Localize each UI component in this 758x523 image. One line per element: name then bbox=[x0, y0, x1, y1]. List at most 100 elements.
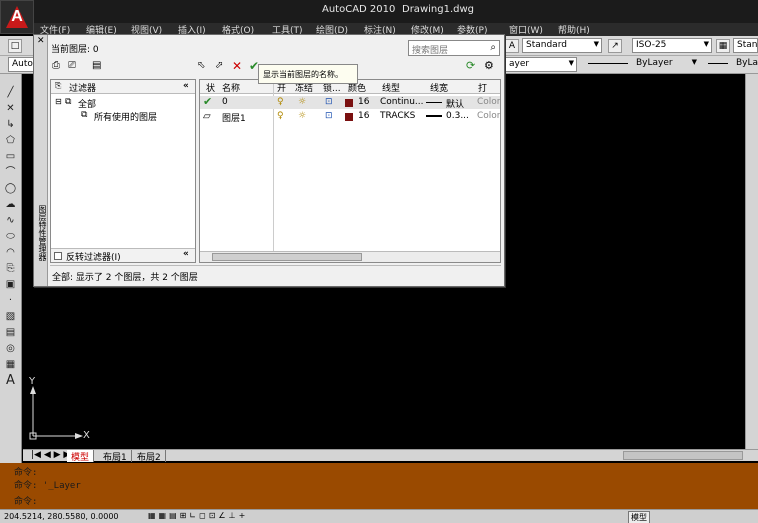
chevron-down-icon: ▼ bbox=[703, 40, 709, 48]
new-filter-icon[interactable]: ⎙ bbox=[52, 60, 60, 71]
ucs-y-label: Y bbox=[29, 376, 36, 387]
layer-color-swatch[interactable] bbox=[345, 113, 353, 121]
column-lineweight[interactable]: 线宽 bbox=[430, 81, 448, 94]
multiline-text-icon[interactable]: A bbox=[4, 374, 17, 387]
collapse-icon[interactable]: « bbox=[183, 249, 189, 259]
insert-block-icon[interactable]: ⎘ bbox=[4, 262, 17, 275]
rectangle-icon[interactable]: ▭ bbox=[4, 150, 17, 163]
tab-layout2[interactable]: 布局2 bbox=[133, 450, 166, 463]
make-block-icon[interactable]: ▣ bbox=[4, 278, 17, 291]
current-layer-check-icon: ✔ bbox=[203, 95, 213, 108]
layer-status-bar: 全部: 显示了 2 个图层，共 2 个图层 bbox=[50, 265, 501, 283]
chevron-down-icon: ▼ bbox=[691, 58, 697, 66]
palette-side-bar: ✕ 图层特性管理器 bbox=[34, 35, 48, 286]
gradient-icon[interactable]: ▤ bbox=[4, 326, 17, 339]
unlock-icon[interactable]: ⊡ bbox=[325, 97, 333, 107]
ellipse-icon[interactable]: ⬭ bbox=[4, 230, 17, 243]
line-icon[interactable]: ╱ bbox=[4, 86, 17, 99]
table-style-icon[interactable]: ▦ bbox=[716, 39, 730, 53]
menu-help[interactable]: 帮助(H) bbox=[558, 23, 590, 36]
revision-cloud-icon[interactable]: ☁ bbox=[4, 198, 17, 211]
palette-title: 图层特性管理器 bbox=[38, 205, 47, 261]
layout-tab-bar: |◀ ◀ ▶ ▶| 模型 布局1 布局2 bbox=[23, 449, 758, 463]
column-status[interactable]: 状 bbox=[206, 81, 215, 94]
delete-layer-icon[interactable]: ✕ bbox=[232, 59, 242, 73]
tree-collapse-icon: ⊟ bbox=[55, 97, 62, 106]
text-style-icon[interactable]: A bbox=[505, 39, 519, 53]
layer-list-hscroll[interactable] bbox=[200, 251, 500, 262]
vertical-scrollbar[interactable] bbox=[745, 74, 758, 449]
text-style-select[interactable]: Standard ▼ bbox=[522, 38, 602, 53]
dim-style-icon[interactable]: ↗ bbox=[608, 39, 622, 53]
chevron-down-icon: ▼ bbox=[593, 40, 599, 48]
refresh-icon[interactable]: ⟳ bbox=[466, 59, 475, 72]
lineweight-preview bbox=[708, 63, 728, 64]
scroll-thumb[interactable] bbox=[212, 253, 362, 261]
command-history-line: 命令: bbox=[14, 468, 38, 478]
invert-filter-checkbox[interactable] bbox=[54, 252, 62, 260]
document-title: Drawing1.dwg bbox=[402, 4, 474, 15]
arc-icon[interactable]: ⌒ bbox=[4, 166, 17, 179]
hatch-icon[interactable]: ▧ bbox=[4, 310, 17, 323]
status-bar: 204.5214, 280.5580, 0.0000 ▦▦▤⊞∟◻⊡∠⊥+ 模型 bbox=[0, 509, 758, 523]
new-layer-icon[interactable]: ⬁ bbox=[197, 60, 205, 71]
model-space-button[interactable]: 模型 bbox=[628, 511, 650, 523]
table-row[interactable]: ▱ 图层1 ♀ ☼ ⊡ 16 TRACKS 0.3... Color bbox=[200, 110, 501, 124]
invert-filter-row: 反转过滤器(I) « bbox=[51, 248, 195, 263]
lineweight-sample bbox=[426, 115, 442, 117]
filter-tree-panel: ⎘ 过滤器 « ⊟ ⧉ 全部 ⧉ 所有使用的图层 反转过滤器(I) « bbox=[50, 79, 196, 263]
sun-thaw-icon[interactable]: ☼ bbox=[298, 111, 306, 121]
point-icon[interactable]: · bbox=[4, 294, 17, 307]
polygon-icon[interactable]: ⬠ bbox=[4, 134, 17, 147]
lineweight-sample bbox=[426, 102, 442, 103]
construction-line-icon[interactable]: ✕ bbox=[4, 102, 17, 115]
sun-thaw-icon[interactable]: ☼ bbox=[298, 97, 306, 107]
new-icon[interactable]: □ bbox=[8, 39, 22, 53]
polyline-icon[interactable]: ↳ bbox=[4, 118, 17, 131]
filter-icon: ⎘ bbox=[55, 81, 62, 90]
tooltip: 显示当前图层的名称。 bbox=[258, 64, 358, 84]
linetype-select[interactable]: ByLayer ▼ bbox=[584, 57, 699, 72]
layer-color-swatch[interactable] bbox=[345, 99, 353, 107]
column-linetype[interactable]: 线型 bbox=[382, 81, 400, 94]
collapse-icon[interactable]: « bbox=[183, 81, 189, 91]
ellipse-arc-icon[interactable]: ◠ bbox=[4, 246, 17, 259]
ucs-x-label: X bbox=[83, 430, 90, 441]
column-name[interactable]: 名称 bbox=[222, 81, 240, 94]
menu-window[interactable]: 窗口(W) bbox=[509, 23, 543, 36]
table-style-select[interactable]: Stand bbox=[733, 38, 758, 53]
new-vp-frozen-layer-icon[interactable]: ⬀ bbox=[215, 60, 223, 71]
filter-tree-item[interactable]: ⊟ ⧉ 全部 bbox=[55, 96, 193, 110]
command-input[interactable]: 命令: bbox=[14, 494, 37, 507]
tab-model[interactable]: 模型 bbox=[67, 450, 95, 463]
lightbulb-on-icon[interactable]: ♀ bbox=[277, 111, 284, 121]
application-menu-button[interactable]: A bbox=[0, 0, 34, 34]
spline-icon[interactable]: ∿ bbox=[4, 214, 17, 227]
settings-icon[interactable]: ⚙ bbox=[484, 59, 494, 72]
filter-tree-header: ⎘ 过滤器 « bbox=[51, 80, 195, 94]
command-window: 命令: 命令: '_Layer 命令: bbox=[0, 463, 758, 509]
lightbulb-on-icon[interactable]: ♀ bbox=[277, 97, 284, 107]
table-row[interactable]: ✔ 0 ♀ ☼ ⊡ 16 Continu... 默认 Color bbox=[200, 95, 501, 110]
table-icon[interactable]: ▦ bbox=[4, 358, 17, 371]
search-icon: ⌕ bbox=[490, 42, 496, 53]
tab-layout1[interactable]: 布局1 bbox=[99, 450, 132, 463]
workspace-select[interactable]: Auto bbox=[8, 57, 34, 72]
filter-tree-item[interactable]: ⧉ 所有使用的图层 bbox=[55, 109, 193, 123]
dim-style-select[interactable]: ISO-25 ▼ bbox=[632, 38, 712, 53]
drafting-toggles[interactable]: ▦▦▤⊞∟◻⊡∠⊥+ bbox=[148, 511, 248, 520]
state-manager-icon[interactable]: ▤ bbox=[92, 60, 101, 71]
current-layer-label: 当前图层: 0 bbox=[51, 45, 99, 55]
region-icon[interactable]: ◎ bbox=[4, 342, 17, 355]
unlock-icon[interactable]: ⊡ bbox=[325, 111, 333, 121]
close-icon[interactable]: ✕ bbox=[37, 36, 45, 46]
lineweight-select[interactable]: ByLay bbox=[706, 57, 758, 72]
layer-status-icon: ▱ bbox=[203, 111, 211, 122]
autocad-logo-icon: A bbox=[6, 6, 28, 28]
circle-icon[interactable]: ◯ bbox=[4, 182, 17, 195]
draw-toolbar: ╱ ✕ ↳ ⬠ ▭ ⌒ ◯ ☁ ∿ ⬭ ◠ ⎘ ▣ · ▧ ▤ ◎ ▦ A bbox=[0, 74, 22, 466]
layer-select[interactable]: ayer ▼ bbox=[505, 57, 577, 72]
horizontal-scrollbar[interactable] bbox=[623, 451, 743, 460]
layer-search-field[interactable]: 搜索图层 ⌕ bbox=[408, 40, 500, 56]
group-filter-icon[interactable]: ⎚ bbox=[68, 60, 76, 71]
